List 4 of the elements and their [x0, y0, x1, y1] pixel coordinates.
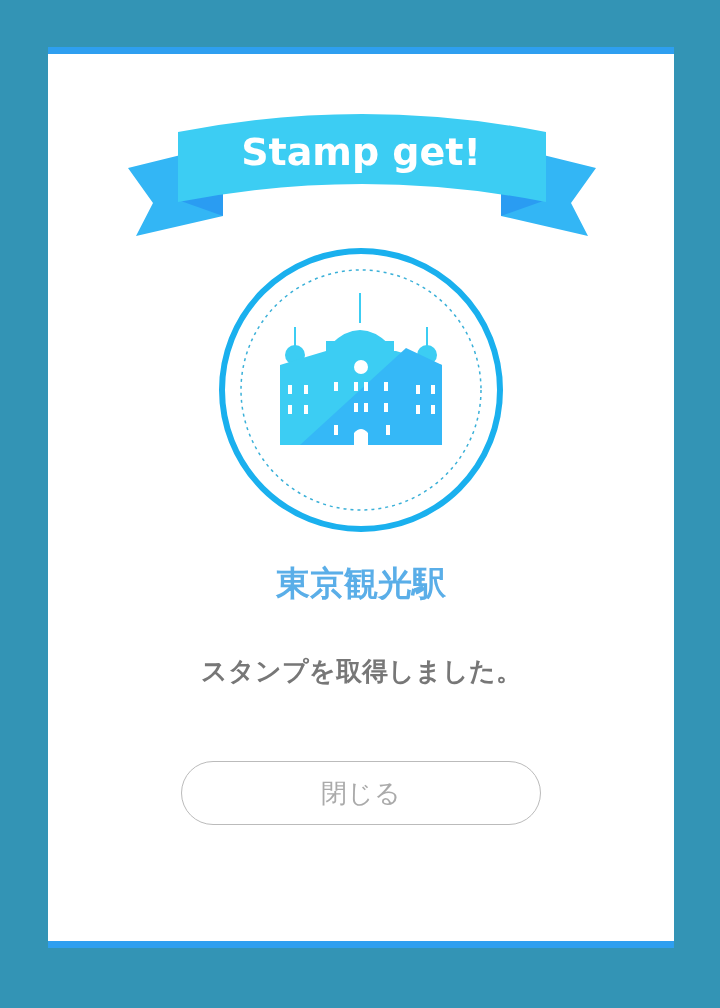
- banner-title: Stamp get!: [240, 130, 482, 174]
- close-button[interactable]: 閉じる: [181, 761, 541, 825]
- status-message: スタンプを取得しました。: [200, 655, 522, 687]
- station-name: 東京観光駅: [276, 563, 446, 603]
